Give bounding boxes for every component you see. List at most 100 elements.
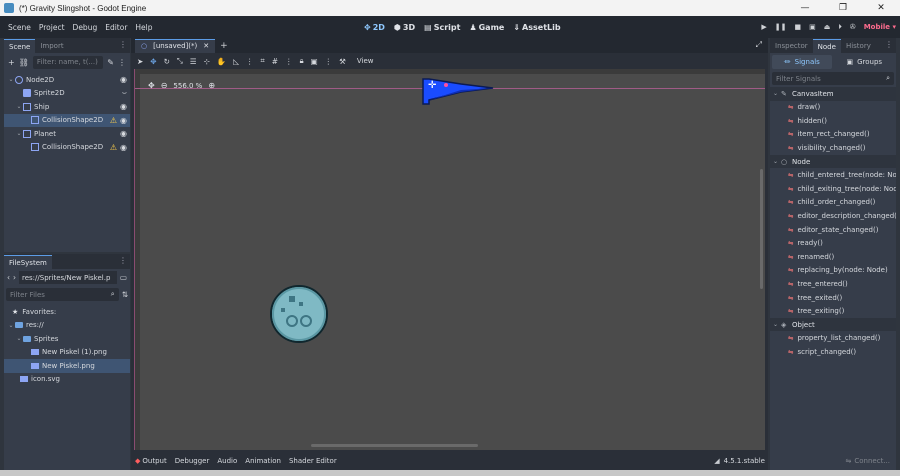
maximize-button[interactable]: ❐ xyxy=(824,0,862,16)
zoom-in-icon[interactable]: ⊕ xyxy=(208,81,215,90)
more-icon[interactable]: ⋮ xyxy=(118,58,126,67)
chevron-down-icon[interactable]: ⌄ xyxy=(15,335,23,342)
wrench-icon[interactable]: ⚒ xyxy=(339,57,346,66)
play-scene-icon[interactable]: ⏏ xyxy=(824,23,831,31)
skeleton-icon[interactable]: ⋮ xyxy=(325,57,333,66)
menu-debug[interactable]: Debug xyxy=(69,23,102,32)
renderer-select[interactable]: Mobile ▾ xyxy=(864,23,896,31)
signal-section-node[interactable]: ⌄ ○ Node xyxy=(770,154,896,169)
tab-audio[interactable]: Audio xyxy=(217,457,237,465)
eye-icon[interactable]: ◉ xyxy=(120,102,127,111)
horizontal-scrollbar[interactable] xyxy=(311,444,478,447)
pan-tool-icon[interactable]: ✋ xyxy=(217,57,226,66)
signal-row[interactable]: ⇋ child_exiting_tree(node: Node) xyxy=(770,182,896,196)
signal-row[interactable]: ⇋ child_entered_tree(node: No... xyxy=(770,168,896,182)
signal-row[interactable]: ⇋ replacing_by(node: Node) xyxy=(770,264,896,278)
forward-icon[interactable]: › xyxy=(13,273,16,282)
tree-row-ship[interactable]: ⌄ Ship ◉ xyxy=(4,100,130,114)
ruler-tool-icon[interactable]: ◺ xyxy=(233,57,239,66)
chevron-down-icon[interactable]: ⌄ xyxy=(15,103,23,110)
pause-icon[interactable]: ❚❚ xyxy=(775,23,787,31)
sort-icon[interactable]: ⇅ xyxy=(122,290,128,299)
fs-file[interactable]: icon.svg xyxy=(4,373,130,387)
eye-icon[interactable]: ◉ xyxy=(120,129,127,138)
tree-row-sprite2d[interactable]: Sprite2D ⌣ xyxy=(4,87,130,101)
chevron-down-icon[interactable]: ⌄ xyxy=(15,130,23,137)
fs-folder-sprites[interactable]: ⌄ Sprites xyxy=(4,332,130,346)
signal-row[interactable]: ⇋ tree_exited() xyxy=(770,291,896,305)
link-icon[interactable]: ⛓ xyxy=(19,58,29,67)
remote-debug-icon[interactable]: ▣ xyxy=(809,23,816,31)
signal-row[interactable]: ⇋ visibility_changed() xyxy=(770,141,896,155)
connect-button[interactable]: ⇋ Connect... xyxy=(846,457,891,465)
script-attach-icon[interactable]: ✎ xyxy=(107,58,114,67)
signal-row[interactable]: ⇋ ready() xyxy=(770,236,896,250)
menu-editor[interactable]: Editor xyxy=(101,23,131,32)
eye-icon[interactable]: ◉ xyxy=(120,116,127,125)
dock-menu-icon[interactable]: ⋮ xyxy=(885,40,893,49)
lock-icon[interactable]: 🔒︎ xyxy=(300,56,304,66)
add-scene-icon[interactable]: + xyxy=(220,41,228,51)
tree-row-collisionshape2d[interactable]: CollisionShape2D ⚠ ◉ xyxy=(4,113,130,127)
signal-section-canvasitem[interactable]: ⌄ ✎ CanvasItem xyxy=(770,87,896,101)
fs-filter-input[interactable]: Filter Files ⌕ xyxy=(6,288,119,301)
select-tool-icon[interactable]: ➤ xyxy=(137,57,143,66)
tab-shader-editor[interactable]: Shader Editor xyxy=(289,457,337,465)
movie-maker-icon[interactable]: ✇ xyxy=(850,23,856,31)
fs-favorites[interactable]: ★ Favorites: xyxy=(4,305,130,319)
tab-signals[interactable]: ⏛ Signals xyxy=(772,54,832,69)
more-icon[interactable]: ⋮ xyxy=(285,57,293,66)
tab-groups[interactable]: ▣ Groups xyxy=(835,55,895,69)
back-icon[interactable]: ‹ xyxy=(7,273,10,282)
dock-menu-icon[interactable]: ⋮ xyxy=(119,40,127,49)
signal-row[interactable]: ⇋ hidden() xyxy=(770,114,896,128)
menu-project[interactable]: Project xyxy=(35,23,69,32)
tab-history[interactable]: History xyxy=(841,39,876,53)
fs-folder-res[interactable]: ⌄ res:// xyxy=(4,319,130,333)
close-button[interactable]: ✕ xyxy=(862,0,900,16)
warning-icon[interactable]: ⚠ xyxy=(110,143,117,152)
tab-animation[interactable]: Animation xyxy=(245,457,281,465)
zoom-out-icon[interactable]: ⊖ xyxy=(161,81,168,90)
tab-debugger[interactable]: Debugger xyxy=(175,457,210,465)
chevron-down-icon[interactable]: ⌄ xyxy=(7,76,15,83)
tree-row-node2d[interactable]: ⌄ Node2D ◉ xyxy=(4,73,130,87)
play-icon[interactable]: ▶ xyxy=(761,23,766,31)
planet-sprite[interactable] xyxy=(269,284,329,344)
zoom-level[interactable]: 556.0 % xyxy=(173,82,202,90)
snap-options-icon[interactable]: ⋮ xyxy=(246,57,254,66)
signal-row[interactable]: ⇋ property_list_changed() xyxy=(770,331,896,345)
menu-scene[interactable]: Scene xyxy=(4,23,35,32)
signal-row[interactable]: ⇋ tree_exiting() xyxy=(770,304,896,318)
signal-row[interactable]: ⇋ child_order_changed() xyxy=(770,196,896,210)
scale-tool-icon[interactable]: ⤡ xyxy=(177,56,183,66)
grid-snap-icon[interactable]: # xyxy=(272,57,278,66)
group-icon[interactable]: ▣ xyxy=(311,57,318,66)
fs-file[interactable]: New Piskel.png xyxy=(4,359,130,373)
scene-filter-input[interactable]: Filter: name, t(...) xyxy=(32,55,104,69)
tree-row-collisionshape2d[interactable]: CollisionShape2D ⚠ ◉ xyxy=(4,141,130,155)
tab-output[interactable]: ◆ Output xyxy=(135,457,167,465)
pan-view-icon[interactable]: ✥ xyxy=(148,81,155,90)
canvas-viewport[interactable]: ✥ ⊖ 556.0 % ⊕ ✛ xyxy=(134,69,765,450)
signal-filter-input[interactable]: Filter Signals ⌕ xyxy=(772,72,894,85)
fullscreen-icon[interactable]: ⤢ xyxy=(756,40,762,50)
workspace-assetlib[interactable]: ⇓ AssetLib xyxy=(513,23,560,32)
menu-help[interactable]: Help xyxy=(131,23,156,32)
workspace-2d[interactable]: ✥ 2D xyxy=(364,23,385,32)
tab-node[interactable]: Node xyxy=(812,39,841,53)
signal-row[interactable]: ⇋ editor_description_changed(... xyxy=(770,209,896,223)
add-node-icon[interactable]: + xyxy=(8,58,15,67)
warning-icon[interactable]: ⚠ xyxy=(110,116,117,125)
dock-menu-icon[interactable]: ⋮ xyxy=(119,256,127,265)
eye-icon[interactable]: ◉ xyxy=(120,143,127,152)
move-tool-icon[interactable]: ✥ xyxy=(150,57,156,66)
tree-row-planet[interactable]: ⌄ Planet ◉ xyxy=(4,127,130,141)
hidden-icon[interactable]: ⌣ xyxy=(122,88,127,98)
workspace-script[interactable]: ▤ Script xyxy=(424,23,460,32)
chevron-down-icon[interactable]: ⌄ xyxy=(7,322,15,329)
fs-file[interactable]: New Piskel (1).png xyxy=(4,346,130,360)
tab-scene[interactable]: Scene xyxy=(4,39,36,53)
signal-row[interactable]: ⇋ editor_state_changed() xyxy=(770,223,896,237)
rotate-tool-icon[interactable]: ↻ xyxy=(164,57,170,66)
